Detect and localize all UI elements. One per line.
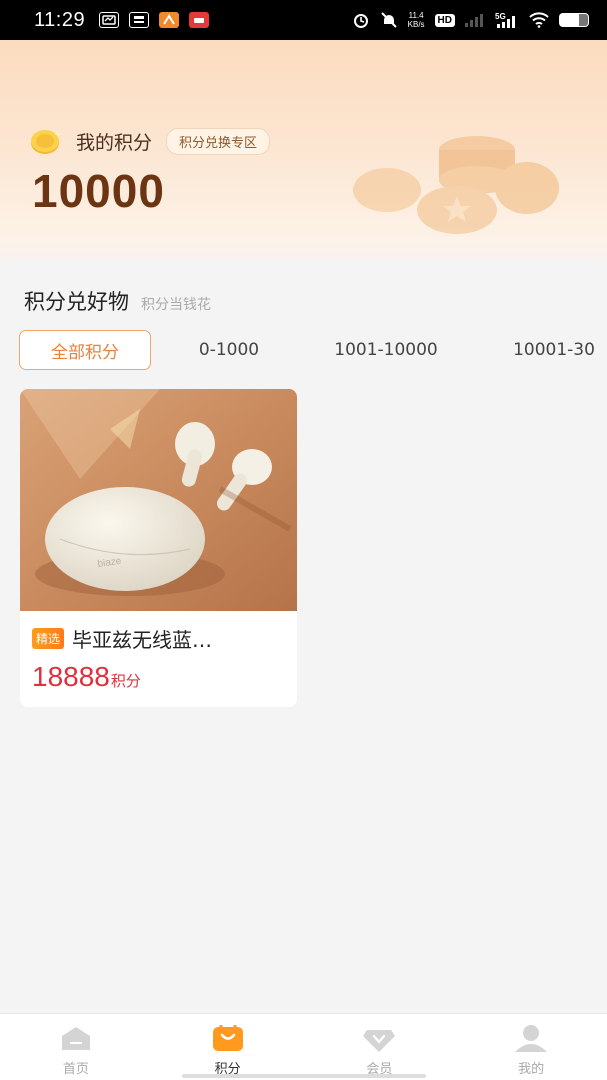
wifi-icon xyxy=(529,12,549,28)
filter-tab-all[interactable]: 全部积分 xyxy=(19,330,151,370)
app-notification-icon xyxy=(99,12,120,28)
section-title: 积分兑好物 xyxy=(24,290,129,314)
status-time: 11:29 xyxy=(34,8,86,31)
hd-voice-badge: HD xyxy=(434,13,455,27)
nav-label-home: 首页 xyxy=(62,1062,89,1077)
product-price: 18888 积分 xyxy=(32,661,141,693)
status-bar: 11:29 11.4 KB/s HD 5G xyxy=(0,0,607,40)
product-card[interactable]: biaze 精选 毕亚兹无线蓝… 18888 积分 xyxy=(20,389,297,707)
network-speed: 11.4 KB/s xyxy=(407,11,425,29)
points-exchange-zone-badge[interactable]: 积分兑换专区 xyxy=(166,127,271,155)
main-content: 积分兑好物 积分当钱花 全部积分 0-1000 1001-10000 10001… xyxy=(0,258,607,1013)
price-value: 18888 xyxy=(32,661,110,692)
points-header: 我的积分 积分兑换专区 10000 xyxy=(0,40,607,280)
svg-text:5G: 5G xyxy=(495,12,506,21)
gold-coin-icon xyxy=(31,130,62,154)
battery-icon xyxy=(559,13,589,27)
home-icon xyxy=(61,1027,90,1050)
bottom-nav: 首页 积分 会员 我的 xyxy=(0,1013,607,1080)
coins-decoration-icon xyxy=(353,136,559,234)
featured-tag: 精选 xyxy=(32,628,65,649)
my-points-label: 我的积分 xyxy=(76,131,153,154)
nav-item-profile[interactable]: 我的 xyxy=(455,1014,607,1080)
points-bag-icon xyxy=(212,1025,243,1051)
nav-item-vip[interactable]: 会员 xyxy=(304,1014,456,1080)
nav-label-profile: 我的 xyxy=(518,1062,545,1077)
app-orange-icon xyxy=(159,12,180,28)
alarm-icon xyxy=(353,14,368,28)
points-balance: 10000 xyxy=(32,165,165,217)
nav-item-home[interactable]: 首页 xyxy=(0,1014,152,1080)
price-unit: 积分 xyxy=(110,672,141,690)
nav-item-points[interactable]: 积分 xyxy=(152,1014,304,1080)
home-indicator[interactable] xyxy=(182,1074,426,1078)
filter-tab-0-1000[interactable]: 0-1000 xyxy=(165,330,293,370)
mute-icon xyxy=(380,12,397,28)
signal-5g-icon: 5G xyxy=(495,12,515,28)
filter-tab-1001-10000[interactable]: 1001-10000 xyxy=(307,330,465,370)
message-notification-icon xyxy=(129,12,150,28)
profile-icon xyxy=(515,1025,548,1052)
filter-tab-10001-30000[interactable]: 10001-30 xyxy=(479,330,607,370)
points-filter-tabs: 全部积分 0-1000 1001-10000 10001-30 xyxy=(19,330,607,370)
app-red-icon xyxy=(189,12,210,28)
product-image-earbuds: biaze xyxy=(20,389,297,611)
signal-weak-icon xyxy=(465,14,483,27)
vip-diamond-icon xyxy=(363,1030,396,1052)
product-name: 毕亚兹无线蓝… xyxy=(72,628,213,652)
section-subtitle: 积分当钱花 xyxy=(141,297,211,313)
